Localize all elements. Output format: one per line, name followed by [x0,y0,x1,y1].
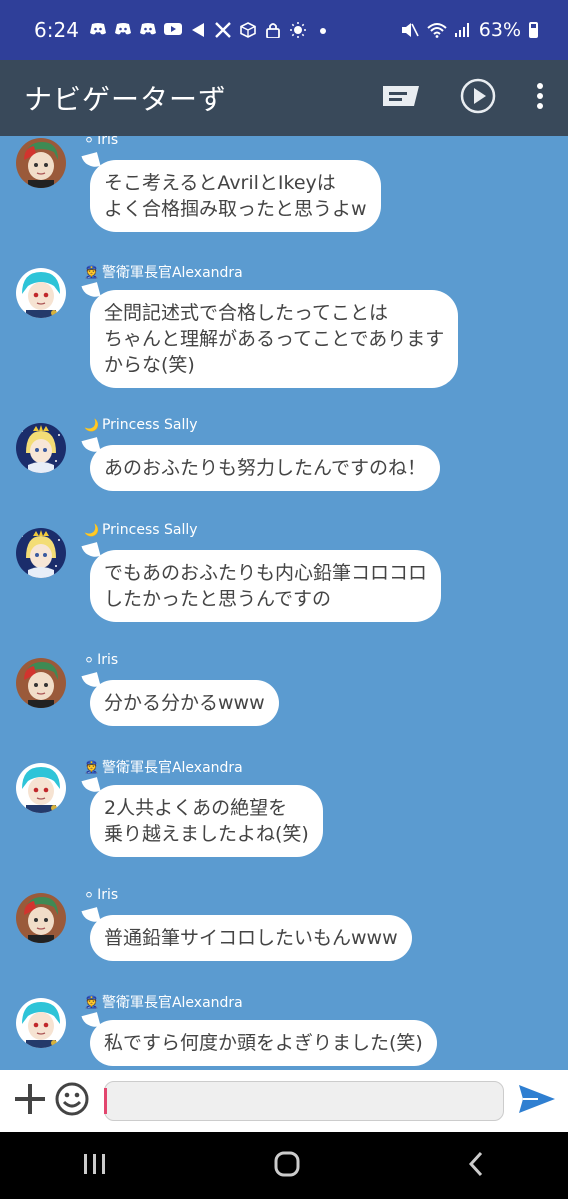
sender-name: ⚪ Iris [84,652,119,668]
bracelet-icon: ⚪ [84,888,95,902]
battery-percent: 63% [478,19,521,41]
message-bubble[interactable]: 分かる分かるwww [90,680,279,726]
message-bubble[interactable]: そこ考えるとAvrilとIkeyは よく合格掴み取ったと思うよw [90,160,381,232]
message-bubble[interactable]: 私ですら何度か頭をよぎりました(笑) [90,1020,437,1066]
home-icon[interactable] [273,1150,301,1182]
share-icon [189,22,207,38]
youtube-icon [163,22,182,38]
avatar-iris[interactable] [16,658,66,708]
send-icon[interactable] [518,1084,556,1118]
recents-icon[interactable] [82,1153,108,1179]
lock-icon [264,22,282,39]
signal-icon [453,22,471,38]
avatar-alexandra[interactable] [16,268,66,318]
app-bar: ナビゲーターず [0,60,568,136]
x-icon [214,22,232,38]
moon-icon: 🌙 [84,523,99,537]
message-bubble[interactable]: 全問記述式で合格したってことは ちゃんと理解があるってことであります からな(笑… [90,290,459,388]
message-bubble[interactable]: でもあのおふたりも内心鉛筆コロコロ したかったと思うんですの [90,550,442,622]
discord-icon [114,22,132,38]
status-time: 6:24 [34,18,79,42]
discord-icon [89,22,107,38]
officer-icon: 👮 [84,265,99,279]
back-icon[interactable] [466,1151,486,1181]
status-bar: 6:24 63% [0,0,568,60]
chat-area[interactable]: ⚪ Iris そこ考えるとAvrilとIkeyは よく合格掴み取ったと思うよw 👮… [0,136,568,1070]
message-bubble[interactable]: 普通鉛筆サイコロしたいもんwww [90,915,412,961]
moon-icon: 🌙 [84,418,99,432]
sender-name: 🌙 Princess Sally [84,522,198,538]
notification-icons [89,22,332,39]
avatar-alexandra[interactable] [16,763,66,813]
sender-name: 👮 警衛軍長官Alexandra [84,265,243,281]
dice-icon [239,22,257,38]
sender-name: ⚪ Iris [84,887,119,903]
more-icon[interactable] [536,83,544,113]
sender-name: 👮 警衛軍長官Alexandra [84,760,243,776]
battery-icon [529,22,538,38]
plus-icon[interactable] [12,1081,48,1121]
mute-icon [401,22,419,38]
sender-name: 👮 警衛軍長官Alexandra [84,995,243,1011]
officer-icon: 👮 [84,760,99,774]
avatar-alexandra[interactable] [16,998,66,1048]
message-input-bar [0,1070,568,1132]
message-input[interactable] [104,1081,504,1121]
message-bubble[interactable]: 2人共よくあの絶望を 乗り越えましたよね(笑) [90,785,323,857]
officer-icon: 👮 [84,995,99,1009]
sender-name: ⚪ Iris [84,136,118,148]
emoji-icon[interactable] [54,1081,90,1121]
avatar-sally[interactable] [16,528,66,578]
message-icon[interactable] [382,84,420,112]
avatar-sally[interactable] [16,423,66,473]
navigation-bar [0,1132,568,1199]
dot-icon [314,22,332,38]
play-icon[interactable] [460,78,496,118]
system-status: 63% [401,19,538,41]
message-bubble[interactable]: あのおふたりも努力したんですのね！ [90,445,441,491]
sender-name: 🌙 Princess Sally [84,417,198,433]
avatar-iris[interactable] [16,893,66,943]
chat-title: ナビゲーターず [24,83,228,116]
bracelet-icon: ⚪ [84,653,95,667]
sun-icon [289,22,307,38]
avatar-iris[interactable] [16,138,66,188]
app-bar-actions [382,78,544,118]
wifi-icon [427,22,447,38]
discord-icon [139,22,157,38]
bracelet-icon: ⚪ [84,136,95,147]
text-cursor [104,1088,107,1114]
